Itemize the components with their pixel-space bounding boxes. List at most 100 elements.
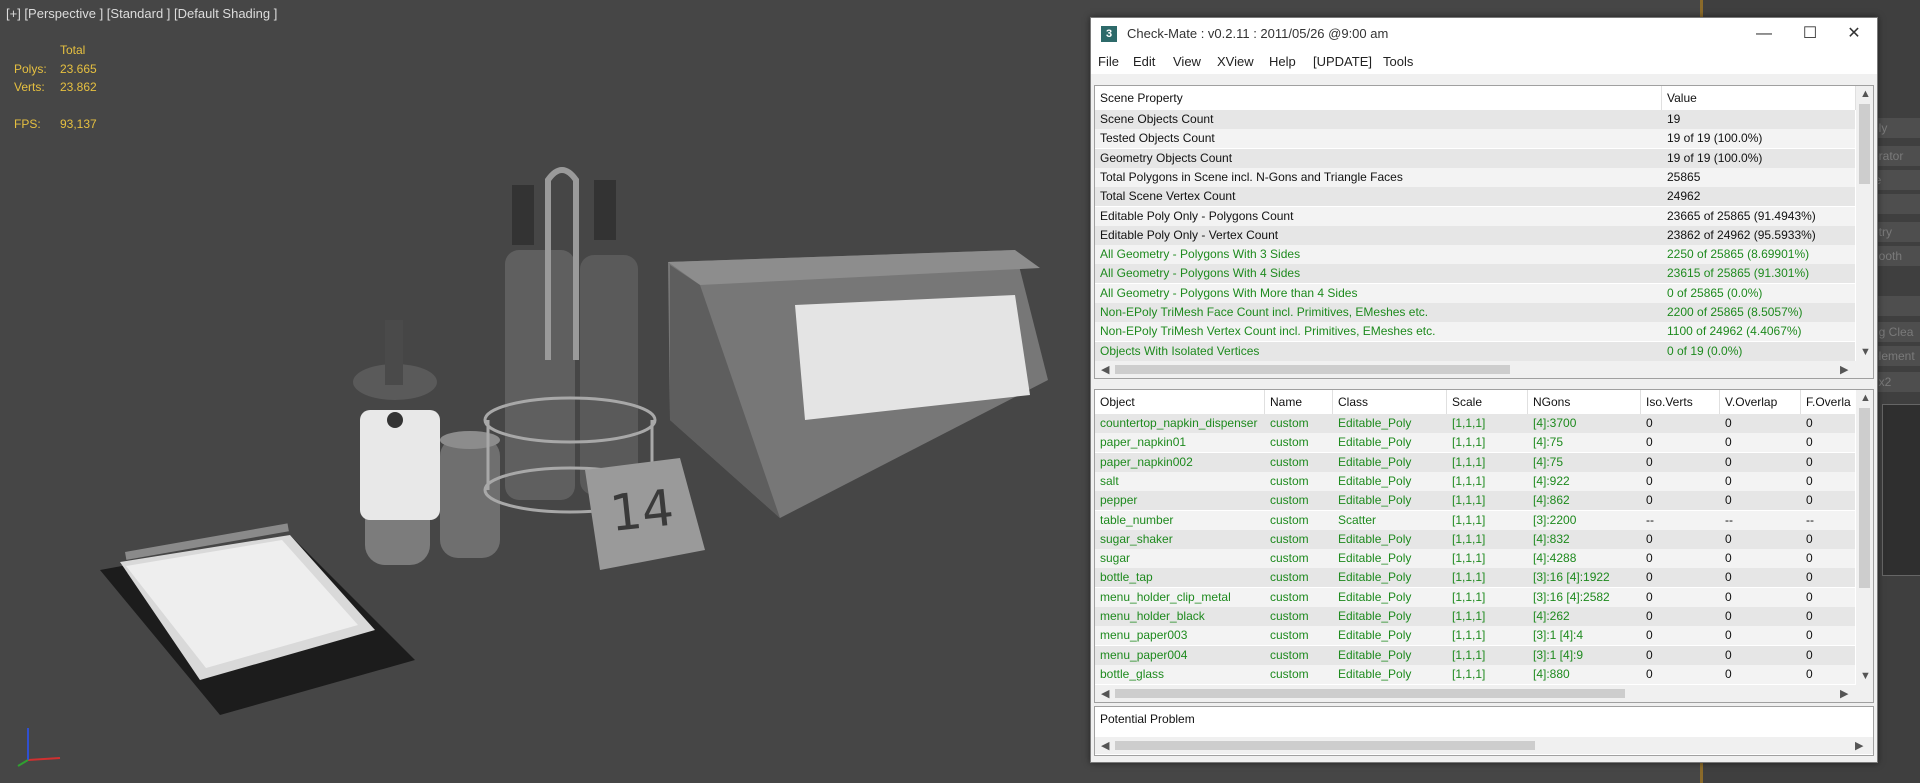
cell-name: custom bbox=[1270, 531, 1309, 546]
stats-polys-value: 23.665 bbox=[60, 62, 97, 76]
menu-item-update[interactable]: [UPDATE] bbox=[1313, 54, 1372, 69]
scene-vertical-scrollbar[interactable]: ▲ ▼ bbox=[1856, 86, 1873, 361]
table-row[interactable]: sugar_shaker custom Editable_Poly [1,1,1] [4… bbox=[1095, 529, 1855, 549]
cell-foverla: 0 bbox=[1806, 551, 1813, 566]
menu-item-edit[interactable]: Edit bbox=[1133, 54, 1155, 69]
header-isoverts[interactable]: Iso.Verts bbox=[1641, 390, 1720, 414]
header-scene-property[interactable]: Scene Property bbox=[1095, 86, 1662, 110]
table-row[interactable]: paper_napkin002 custom Editable_Poly [1,1,1… bbox=[1095, 452, 1855, 472]
scene-property-row[interactable]: All Geometry - Polygons With More than 4… bbox=[1095, 283, 1855, 303]
scene-property-row[interactable]: Editable Poly Only - Vertex Count 23862 o… bbox=[1095, 225, 1855, 245]
scene-property-row[interactable]: Total Scene Vertex Count 24962 bbox=[1095, 187, 1855, 207]
cell-name: custom bbox=[1270, 570, 1309, 585]
cell-foverla: 0 bbox=[1806, 493, 1813, 508]
cell-scale: [1,1,1] bbox=[1452, 416, 1486, 430]
cell-object: salt bbox=[1100, 473, 1119, 488]
table-row[interactable]: countertop_napkin_dispenser custom Editabl… bbox=[1095, 414, 1855, 433]
scene-property-name: Objects With Isolated Vertices bbox=[1100, 343, 1260, 358]
scene-property-row[interactable]: Non-EPoly TriMesh Face Count incl. Primi… bbox=[1095, 303, 1855, 322]
scene-property-row[interactable]: Non-EPoly TriMesh Vertex Count incl. Pri… bbox=[1095, 322, 1855, 342]
objects-list[interactable]: Object Name Class Scale NGons Iso.Verts V.Over… bbox=[1094, 389, 1874, 703]
scene-property-row[interactable]: Scene Objects Count 19 bbox=[1095, 110, 1855, 129]
minimize-icon[interactable]: — bbox=[1741, 20, 1787, 48]
scene-property-value: 2250 of 25865 (8.69901%) bbox=[1667, 247, 1810, 262]
cell-class: Editable_Poly bbox=[1338, 609, 1412, 623]
menu-item-tools[interactable]: Tools bbox=[1383, 54, 1413, 69]
table-row[interactable]: salt custom Editable_Poly [1,1,1] [4]:922 0 0 0 bbox=[1095, 471, 1855, 491]
scroll-up-icon[interactable]: ▲ bbox=[1860, 88, 1871, 100]
potential-problems-list[interactable]: Potential Problem ◀ ▶ bbox=[1094, 706, 1874, 756]
scroll-left-icon[interactable]: ◀ bbox=[1101, 687, 1109, 700]
viewport-label[interactable]: [+] [Perspective ] [Standard ] [Default … bbox=[6, 6, 277, 21]
objects-horizontal-scrollbar[interactable]: ◀ ▶ bbox=[1095, 685, 1873, 702]
scene-properties-list[interactable]: Scene Property Value Scene Objects Count… bbox=[1094, 85, 1874, 379]
header-class[interactable]: Class bbox=[1333, 390, 1447, 414]
scroll-thumb[interactable] bbox=[1859, 104, 1870, 184]
modifier-stack-list[interactable] bbox=[1882, 404, 1920, 576]
cell-scale: [1,1,1] bbox=[1452, 589, 1486, 604]
cell-scale: [1,1,1] bbox=[1452, 609, 1486, 623]
scene-property-row[interactable]: Objects With Isolated Vertices 0 of 19 (0… bbox=[1095, 341, 1855, 361]
table-row[interactable]: menu_paper003 custom Editable_Poly [1,1,1] [… bbox=[1095, 626, 1855, 646]
header-foverla[interactable]: F.Overla bbox=[1801, 390, 1861, 414]
scroll-right-icon[interactable]: ▶ bbox=[1855, 739, 1863, 752]
scroll-right-icon[interactable]: ▶ bbox=[1840, 363, 1848, 376]
cell-ngons: [4]:75 bbox=[1533, 454, 1564, 469]
header-scale[interactable]: Scale bbox=[1447, 390, 1528, 414]
objects-vertical-scrollbar[interactable]: ▲ ▼ bbox=[1856, 390, 1873, 685]
table-row[interactable]: menu_paper004 custom Editable_Poly [1,1,1] [… bbox=[1095, 645, 1855, 665]
cell-name: custom bbox=[1270, 493, 1309, 508]
scene-property-row[interactable]: Geometry Objects Count 19 of 19 (100.0%) bbox=[1095, 148, 1855, 168]
cell-voverlap: 0 bbox=[1725, 454, 1732, 469]
table-number-card: 14 bbox=[585, 458, 705, 570]
header-name[interactable]: Name bbox=[1265, 390, 1333, 414]
cell-isoverts: 0 bbox=[1646, 589, 1653, 604]
scene-property-row[interactable]: All Geometry - Polygons With 4 Sides 2361… bbox=[1095, 264, 1855, 284]
header-object[interactable]: Object bbox=[1095, 390, 1265, 414]
table-row[interactable]: table_number custom Scatter [1,1,1] [3]:2200… bbox=[1095, 510, 1855, 530]
cell-object: pepper bbox=[1100, 493, 1138, 508]
header-ngons[interactable]: NGons bbox=[1528, 390, 1641, 414]
scene-property-name: Editable Poly Only - Vertex Count bbox=[1100, 227, 1279, 242]
scene-property-row[interactable]: Total Polygons in Scene incl. N-Gons and… bbox=[1095, 167, 1855, 187]
problems-horizontal-scrollbar[interactable]: ◀ ▶ bbox=[1095, 737, 1873, 754]
scroll-thumb[interactable] bbox=[1115, 365, 1510, 374]
scroll-left-icon[interactable]: ◀ bbox=[1101, 363, 1109, 376]
menu-item-xview[interactable]: XView bbox=[1217, 54, 1254, 69]
table-row[interactable]: bottle_glass custom Editable_Poly [1,1,1] [4… bbox=[1095, 664, 1855, 684]
cell-class: Editable_Poly bbox=[1338, 473, 1412, 488]
scroll-down-icon[interactable]: ▼ bbox=[1860, 346, 1871, 358]
scene-property-row[interactable]: Tested Objects Count 19 of 19 (100.0%) bbox=[1095, 129, 1855, 149]
scroll-right-icon[interactable]: ▶ bbox=[1840, 687, 1848, 700]
menu-item-help[interactable]: Help bbox=[1269, 54, 1296, 69]
header-voverlap[interactable]: V.Overlap bbox=[1720, 390, 1801, 414]
menu-item-view[interactable]: View bbox=[1173, 54, 1201, 69]
scene-property-value: 2200 of 25865 (8.5057%) bbox=[1667, 305, 1803, 319]
header-potential-problem[interactable]: Potential Problem bbox=[1095, 707, 1855, 731]
scroll-thumb[interactable] bbox=[1859, 408, 1870, 588]
table-row[interactable]: menu_holder_black custom Editable_Poly [1,1… bbox=[1095, 607, 1855, 626]
scene-horizontal-scrollbar[interactable]: ◀ ▶ bbox=[1095, 361, 1873, 378]
cell-object: bottle_glass bbox=[1100, 666, 1165, 681]
table-row[interactable]: menu_holder_clip_metal custom Editable_Pol… bbox=[1095, 587, 1855, 607]
scroll-thumb[interactable] bbox=[1115, 741, 1535, 750]
scroll-left-icon[interactable]: ◀ bbox=[1101, 739, 1109, 752]
scroll-up-icon[interactable]: ▲ bbox=[1860, 392, 1871, 404]
cell-name: custom bbox=[1270, 512, 1309, 527]
maximize-icon[interactable]: ☐ bbox=[1787, 20, 1833, 48]
table-row[interactable]: bottle_tap custom Editable_Poly [1,1,1] [3]:… bbox=[1095, 568, 1855, 588]
menu-item-file[interactable]: File bbox=[1098, 54, 1119, 69]
cell-scale: [1,1,1] bbox=[1452, 628, 1486, 643]
scroll-thumb[interactable] bbox=[1115, 689, 1625, 698]
table-row[interactable]: pepper custom Editable_Poly [1,1,1] [4]:862 0… bbox=[1095, 491, 1855, 511]
scene-property-row[interactable]: All Geometry - Polygons With 3 Sides 2250… bbox=[1095, 245, 1855, 265]
scroll-down-icon[interactable]: ▼ bbox=[1860, 670, 1871, 682]
cell-scale: [1,1,1] bbox=[1452, 435, 1486, 450]
close-icon[interactable]: ✕ bbox=[1831, 20, 1877, 48]
scene-property-row[interactable]: Editable Poly Only - Polygons Count 23665… bbox=[1095, 206, 1855, 226]
header-value[interactable]: Value bbox=[1662, 86, 1856, 110]
title-bar[interactable]: 3 Check-Mate : v0.2.11 : 2011/05/26 @9:0… bbox=[1091, 18, 1877, 50]
table-row[interactable]: paper_napkin01 custom Editable_Poly [1,1,1]… bbox=[1095, 433, 1855, 453]
cell-object: menu_paper004 bbox=[1100, 647, 1188, 662]
table-row[interactable]: sugar custom Editable_Poly [1,1,1] [4]:4288 0… bbox=[1095, 549, 1855, 569]
